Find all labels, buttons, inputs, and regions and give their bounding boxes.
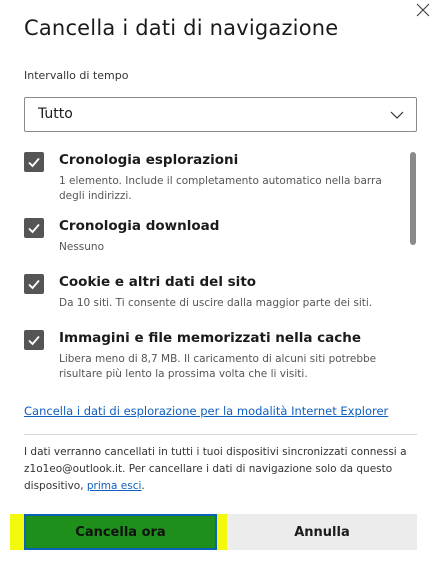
time-range-select[interactable]: Tutto: [24, 97, 417, 132]
item-description: Libera meno di 8,7 MB. Il caricamento di…: [59, 353, 377, 380]
time-range-value: Tutto: [38, 106, 73, 122]
ie-mode-clear-link[interactable]: Cancella i dati di esplorazione per la m…: [24, 404, 388, 418]
checkmark-icon: [28, 279, 40, 290]
sync-notice: I dati verranno cancellati in tutti i tu…: [24, 444, 424, 495]
sign-out-link[interactable]: prima esci: [87, 480, 142, 492]
item-title: Immagini e file memorizzati nella cache: [59, 330, 362, 346]
checkbox-cookies[interactable]: [24, 274, 44, 294]
checkmark-icon: [28, 157, 40, 168]
item-title: Cronologia download: [59, 218, 220, 234]
item-description: 1 elemento. Include il completamento aut…: [59, 175, 382, 202]
dialog-title: Cancella i dati di navigazione: [24, 16, 339, 40]
cancel-button[interactable]: Annulla: [227, 514, 417, 550]
time-range-label: Intervallo di tempo: [24, 69, 129, 82]
sync-notice-text: I dati verranno cancellati in tutti i tu…: [24, 446, 407, 492]
checkmark-icon: [28, 223, 40, 234]
divider: [24, 434, 417, 435]
checkbox-download-history[interactable]: [24, 218, 44, 238]
item-title: Cookie e altri dati del sito: [59, 274, 257, 290]
close-icon[interactable]: [415, 2, 431, 18]
item-title: Cronologia esplorazioni: [59, 152, 239, 168]
clear-now-button[interactable]: Cancella ora: [24, 514, 217, 550]
item-description: Nessuno: [59, 241, 104, 253]
sync-notice-suffix: .: [141, 480, 145, 492]
chevron-down-icon: [390, 111, 404, 119]
item-description: Da 10 siti. Ti consente di uscire dalla …: [59, 297, 373, 309]
checkmark-icon: [28, 335, 40, 346]
checkbox-browsing-history[interactable]: [24, 152, 44, 172]
checkbox-cached-images[interactable]: [24, 330, 44, 350]
data-types-list[interactable]: Cronologia esplorazioni 1 elemento. Incl…: [18, 148, 423, 382]
list-scrollbar[interactable]: [410, 152, 416, 245]
